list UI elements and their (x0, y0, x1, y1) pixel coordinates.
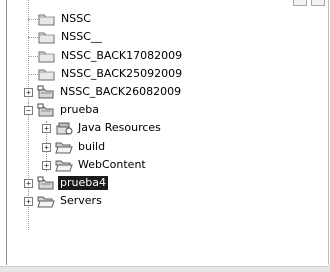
tree-item-label: prueba (60, 103, 99, 116)
project-icon (37, 85, 54, 99)
expand-toggle[interactable]: + (42, 143, 51, 152)
tree-item-label: WebContent (78, 158, 146, 171)
tree-item-label: prueba4 (58, 176, 108, 190)
expand-toggle[interactable]: + (24, 197, 33, 206)
tree-item-servers[interactable]: Servers (37, 192, 104, 210)
tree-item-nssc-back17082009[interactable]: NSSC_BACK17082009 (38, 47, 184, 65)
project-explorer-panel: NSSC NSSC__ NSSC_BACK17082009 NSSC_BACK2… (6, 0, 329, 265)
tree-item-webcontent[interactable]: WebContent (55, 156, 148, 174)
expand-toggle[interactable]: + (42, 161, 51, 170)
tree-item-build[interactable]: build (55, 138, 107, 156)
open-folder-icon (55, 142, 73, 154)
collapse-toggle[interactable]: − (24, 106, 33, 115)
tree-item-label: Servers (60, 194, 102, 207)
folder-icon (38, 32, 55, 44)
project-tree: NSSC NSSC__ NSSC_BACK17082009 NSSC_BACK2… (7, 0, 328, 265)
folder-icon (38, 51, 55, 63)
tree-line (28, 19, 38, 20)
tree-item-label: NSSC (61, 12, 91, 25)
open-folder-icon (37, 196, 55, 208)
tree-item-label: NSSC_BACK25092009 (61, 67, 183, 80)
tree-item-nssc[interactable]: NSSC (38, 10, 93, 28)
tree-line (28, 37, 38, 38)
tree-item-label: build (78, 140, 106, 153)
tree-item-java-resources[interactable]: Java Resources (55, 119, 163, 137)
project-icon (37, 176, 54, 190)
folder-icon (38, 14, 55, 26)
open-folder-icon (55, 160, 73, 172)
tree-line (28, 103, 29, 230)
tree-item-label: NSSC__ (61, 30, 102, 43)
tree-item-label: NSSC_BACK17082009 (61, 49, 183, 62)
expand-toggle[interactable]: + (24, 88, 33, 97)
tree-item-label: Java Resources (78, 121, 161, 134)
tree-item-nssc-underscore[interactable]: NSSC__ (38, 28, 104, 46)
project-icon (37, 103, 54, 117)
tree-item-nssc-back25092009[interactable]: NSSC_BACK25092009 (38, 65, 184, 83)
tree-line (28, 56, 38, 57)
tree-item-nssc-back26082009[interactable]: NSSC_BACK26082009 (37, 83, 183, 101)
tree-item-prueba4[interactable]: prueba4 (37, 174, 108, 192)
expand-toggle[interactable]: + (24, 179, 33, 188)
java-resources-icon (56, 122, 73, 135)
expand-toggle[interactable]: + (42, 124, 51, 133)
folder-icon (38, 69, 55, 81)
tree-item-label: NSSC_BACK26082009 (60, 85, 182, 98)
tree-line (28, 74, 38, 75)
tree-item-prueba[interactable]: prueba (37, 101, 101, 119)
panel-bottom-edge (0, 266, 330, 272)
